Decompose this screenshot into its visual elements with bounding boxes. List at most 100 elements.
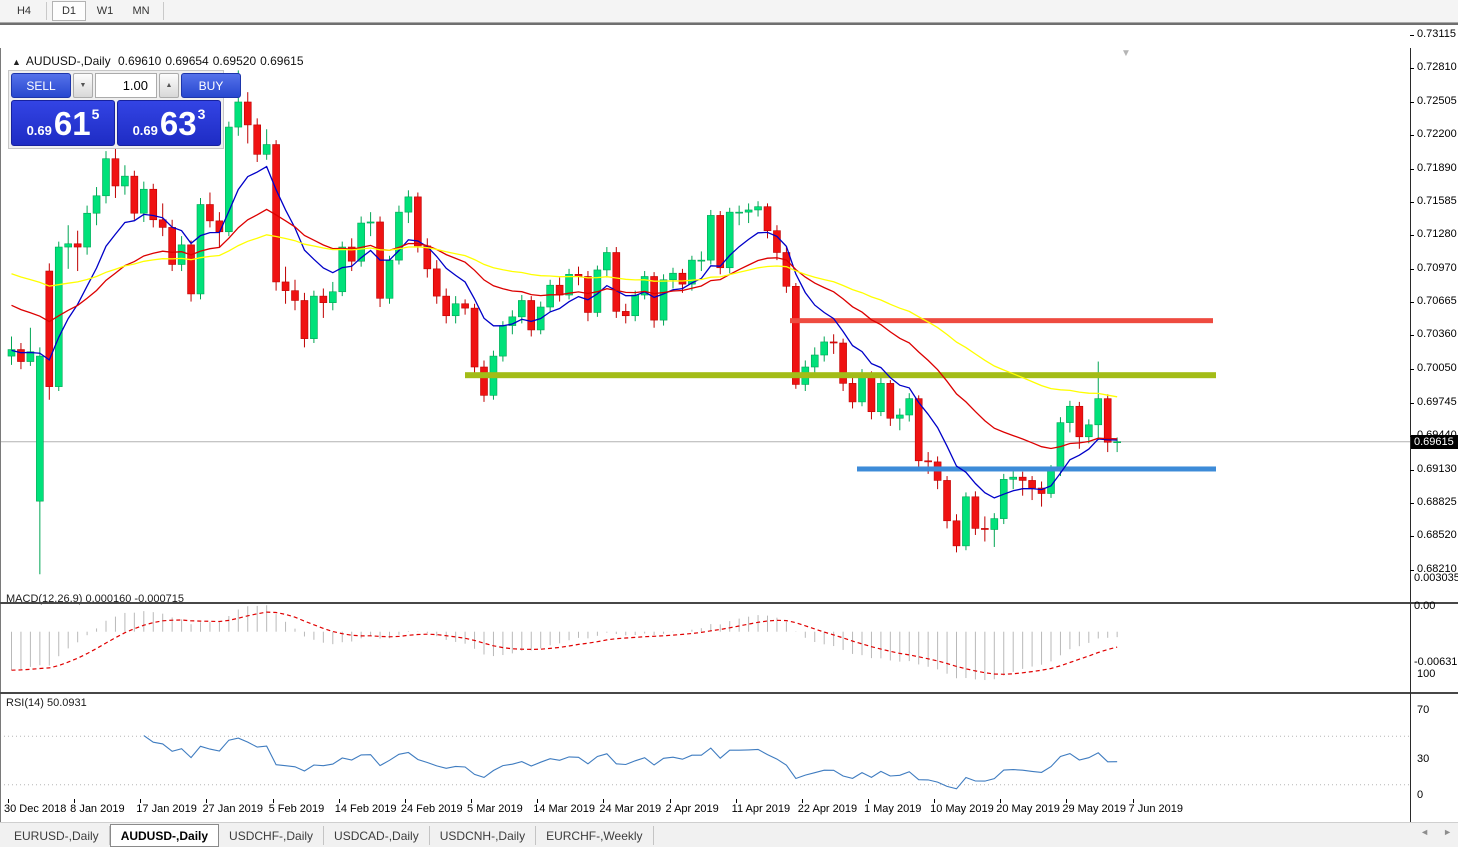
chart-shift-marker-icon[interactable]: ▼	[1121, 48, 1131, 59]
pane-separator[interactable]	[0, 602, 1458, 604]
toolbar-separator	[163, 2, 164, 20]
one-click-trading-panel: SELL ▼ ▲ BUY 0.69 61 5 0.69 63 3	[8, 70, 224, 149]
tab-scroll-left-icon[interactable]: ◄	[1420, 827, 1429, 837]
price-axis-label: 0.72810	[1417, 61, 1457, 73]
price-axis-tick	[1410, 269, 1414, 270]
price-axis-tick	[1410, 135, 1414, 136]
date-axis-label: 24 Feb 2019	[401, 803, 463, 815]
pane-separator[interactable]	[0, 692, 1458, 694]
price-axis-label: 0.68520	[1417, 529, 1457, 541]
support-line[interactable]	[857, 466, 1216, 471]
date-axis-label: 24 Mar 2019	[599, 803, 661, 815]
rsi-axis-label: 70	[1417, 704, 1429, 716]
ohlc-high: 0.69654	[165, 54, 208, 68]
price-axis-tick	[1410, 570, 1414, 571]
chart-tab-eurusd[interactable]: EURUSD-,Daily	[4, 826, 110, 845]
price-axis-label: 0.72200	[1417, 128, 1457, 140]
price-axis-label: 0.69130	[1417, 463, 1457, 475]
sell-price-prefix: 0.69	[27, 123, 52, 138]
date-axis-label: 17 Jan 2019	[136, 803, 197, 815]
date-axis-label: 11 Apr 2019	[732, 803, 791, 815]
sell-button[interactable]: SELL	[11, 73, 71, 98]
toolbar-separator	[46, 2, 47, 20]
price-axis-label: 0.72505	[1417, 95, 1457, 107]
price-axis-label: 0.70665	[1417, 295, 1457, 307]
chart-tab-audusd[interactable]: AUDUSD-,Daily	[110, 824, 219, 847]
chart-tab-usdcad[interactable]: USDCAD-,Daily	[324, 826, 430, 845]
ohlc-low: 0.69520	[213, 54, 256, 68]
price-axis-label: 0.70970	[1417, 262, 1457, 274]
rsi-value: 50.0931	[47, 697, 87, 709]
timeframe-button-d1[interactable]: D1	[52, 1, 86, 21]
rsi-axis-label: 0	[1417, 789, 1423, 801]
price-axis-tick	[1410, 369, 1414, 370]
price-axis-tick	[1410, 102, 1414, 103]
price-axis-tick	[1410, 403, 1414, 404]
timeframe-button-mn[interactable]: MN	[124, 1, 158, 21]
mid-ma	[12, 209, 1118, 448]
tab-scroll-right-icon[interactable]: ►	[1443, 827, 1452, 837]
date-axis-label: 20 May 2019	[996, 803, 1060, 815]
date-axis-label: 1 May 2019	[864, 803, 921, 815]
timeframe-button-h4[interactable]: H4	[7, 1, 41, 21]
price-axis-tick	[1410, 35, 1414, 36]
price-axis-label: 0.71585	[1417, 195, 1457, 207]
macd-axis-label: 0.003035	[1414, 572, 1458, 584]
macd-axis-label: 0.00	[1414, 600, 1435, 612]
date-axis-label: 14 Feb 2019	[335, 803, 397, 815]
volume-increase-button[interactable]: ▲	[159, 73, 179, 98]
rsi-label: RSI(14) 50.0931	[6, 697, 87, 709]
buy-price-box[interactable]: 0.69 63 3	[117, 100, 221, 146]
date-axis-label: 27 Jan 2019	[202, 803, 263, 815]
chart-title: ▲ AUDUSD-,Daily 0.69610 0.69654 0.69520 0.69…	[12, 54, 308, 68]
price-axis-tick	[1410, 335, 1414, 336]
chart-tab-usdchf[interactable]: USDCHF-,Daily	[219, 826, 324, 845]
breakdown-line[interactable]	[465, 372, 1216, 378]
buy-button[interactable]: BUY	[181, 73, 241, 98]
price-axis-tick	[1410, 536, 1414, 537]
price-axis-tick	[1410, 302, 1414, 303]
rsi-axis-label: 30	[1417, 753, 1429, 765]
ohlc-close: 0.69615	[260, 54, 303, 68]
price-axis-tick	[1410, 235, 1414, 236]
price-chart-plot[interactable]	[0, 48, 1410, 824]
volume-decrease-button[interactable]: ▼	[73, 73, 93, 98]
price-axis-label: 0.68825	[1417, 496, 1457, 508]
sell-price-pip: 5	[92, 106, 100, 122]
chart-tab-usdcnh[interactable]: USDCNH-,Daily	[430, 826, 536, 845]
date-axis-label: 5 Mar 2019	[467, 803, 523, 815]
buy-price-prefix: 0.69	[133, 123, 158, 138]
price-axis-label: 0.71890	[1417, 162, 1457, 174]
price-axis-label: 0.70360	[1417, 328, 1457, 340]
volume-input[interactable]	[95, 73, 157, 98]
sell-price-main: 61	[54, 107, 91, 140]
mt4-window: H4D1W1MN ▲AUDUSD-,Daily 0.696100.696540.…	[0, 0, 1458, 847]
price-axis-tick	[1410, 436, 1414, 437]
date-axis-label: 22 Apr 2019	[798, 803, 857, 815]
timeframe-button-w1[interactable]: W1	[88, 1, 122, 21]
ohlc-open: 0.69610	[118, 54, 161, 68]
price-axis-tick	[1410, 503, 1414, 504]
date-axis-label: 30 Dec 2018	[4, 803, 66, 815]
resistance-line[interactable]	[790, 318, 1213, 323]
date-axis-label: 5 Feb 2019	[269, 803, 325, 815]
rsi-axis-label: 100	[1417, 668, 1435, 680]
chart-tab-eurchf[interactable]: EURCHF-,Weekly	[536, 826, 653, 845]
price-axis-tick	[1410, 202, 1414, 203]
buy-price-pip: 3	[198, 106, 206, 122]
date-axis-label: 7 Jun 2019	[1129, 803, 1183, 815]
price-axis-tick	[1410, 470, 1414, 471]
timeframe-toolbar: H4 D1W1MN	[0, 0, 1458, 23]
chart-window[interactable]: ▲AUDUSD-,Daily 0.696100.696540.695200.69…	[0, 23, 1458, 822]
collapse-trade-panel-icon[interactable]: ▲	[12, 57, 21, 67]
sell-price-box[interactable]: 0.69 61 5	[11, 100, 115, 146]
chart-symbol-label: AUDUSD-,Daily	[26, 54, 111, 68]
buy-price-main: 63	[160, 107, 197, 140]
date-axis-label: 14 Mar 2019	[533, 803, 595, 815]
chart-tab-bar: EURUSD-,DailyAUDUSD-,DailyUSDCHF-,DailyU…	[0, 822, 1458, 847]
date-axis-label: 8 Jan 2019	[70, 803, 124, 815]
price-axis-label: 0.69745	[1417, 396, 1457, 408]
price-axis-label: 0.70050	[1417, 362, 1457, 374]
price-axis-label: 0.73115	[1417, 28, 1456, 40]
date-axis-label: 29 May 2019	[1062, 803, 1126, 815]
